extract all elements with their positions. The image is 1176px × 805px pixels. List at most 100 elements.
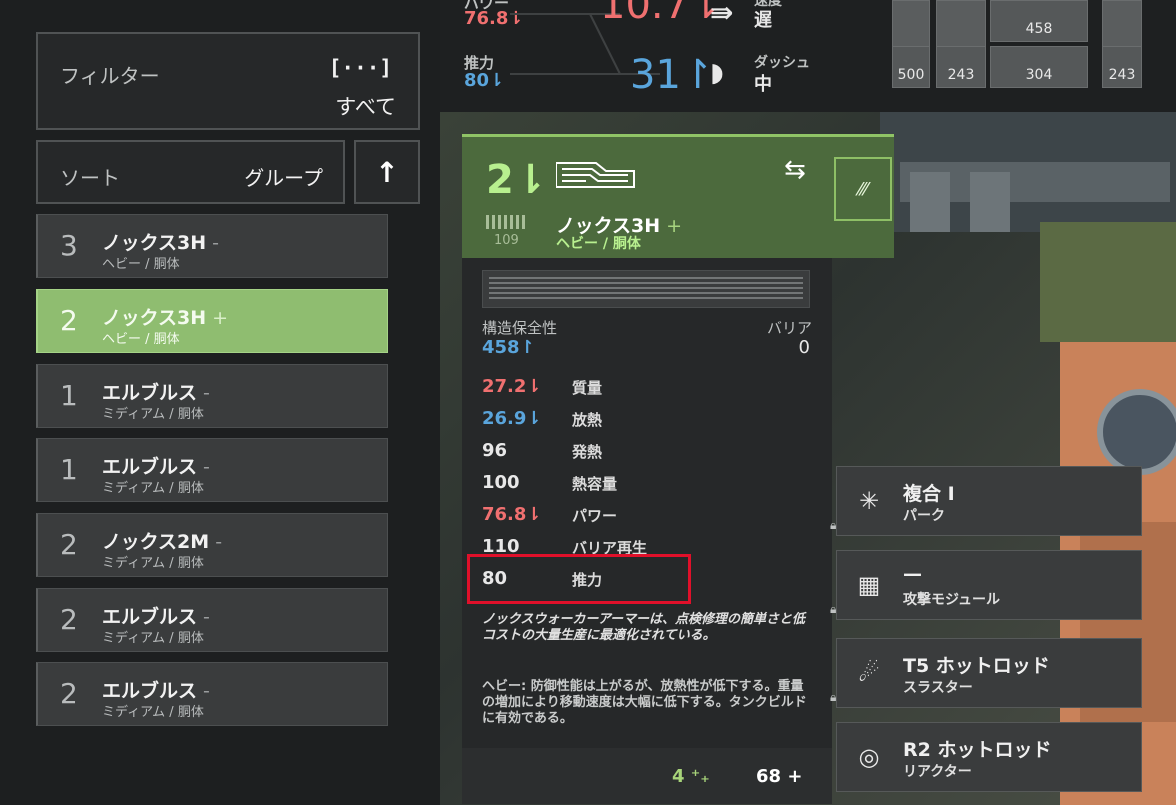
- part-mark: -: [203, 680, 210, 702]
- part-mark: +: [212, 307, 229, 329]
- filter-value: すべて: [335, 95, 396, 119]
- slot-title: 複合 I: [903, 483, 955, 505]
- part-sub: ヘビー / 胴体: [102, 332, 180, 347]
- part-mark: -: [203, 606, 210, 628]
- part-item[interactable]: 3 ノックス3H - ヘビー / 胴体: [36, 214, 388, 278]
- slot-title: —: [903, 563, 922, 585]
- stat-key: 熱容量: [572, 475, 618, 493]
- lock-icon: 🔒︎: [830, 518, 837, 532]
- armor-block-center: 304: [990, 46, 1088, 88]
- stat-row: 96 発熱: [482, 436, 782, 468]
- dash-icon: ◗: [710, 58, 724, 88]
- armor-block-left: 500: [892, 46, 930, 88]
- armor-block-top: 458: [990, 0, 1088, 42]
- barcode-icon: [486, 215, 525, 229]
- part-level: 2: [60, 603, 78, 636]
- part-description: ノックスウォーカーアーマーは、点検修理の簡単さと低コストの大量生産に最適化されて…: [482, 612, 806, 643]
- sort-direction-button[interactable]: ↑: [354, 140, 420, 204]
- barrier-value: 0: [798, 337, 810, 358]
- part-detail-card: 2⇂ ⇆ ⁄⁄⁄ 109 ノックス3H + ヘビー / 胴体 構造保全性 458↾…: [462, 134, 894, 804]
- filter-icon: [···]: [328, 56, 392, 80]
- part-item-selected[interactable]: 2 ノックス3H + ヘビー / 胴体: [36, 289, 388, 353]
- perk-icon: ✳: [858, 487, 880, 515]
- part-name: エルブルス: [102, 606, 198, 628]
- part-logo-icon: [556, 162, 635, 188]
- part-mark: -: [215, 531, 223, 553]
- slot-reactor[interactable]: ◎ R2 ホットロッド リアクター: [836, 722, 1142, 792]
- dash-value: 中: [754, 74, 772, 95]
- part-item[interactable]: 1 エルブルス - ミディアム / 胴体: [36, 364, 388, 428]
- part-mark: -: [203, 456, 210, 478]
- part-sub: ヘビー / 胴体: [102, 257, 180, 272]
- stat-value: 26.9⇂: [482, 408, 542, 429]
- speed-value: 遅: [754, 10, 772, 31]
- durability-label: 構造保全性: [482, 319, 558, 337]
- part-level: 2: [60, 677, 78, 710]
- reactor-icon: ◎: [858, 743, 880, 771]
- detail-level: 2⇂: [486, 157, 548, 203]
- detail-footer: 4 ⁺₊ 68 +: [462, 748, 832, 804]
- level-points: 68 +: [756, 766, 803, 787]
- stat-key: 質量: [572, 379, 603, 397]
- highlight-box: [467, 554, 691, 604]
- part-level: 3: [60, 229, 78, 262]
- part-level: 2: [60, 304, 78, 337]
- loadout-screen: パワー 76.8⇂ 推力 80⇂ 10.7⇂ ⇛ 速度 遅 31↾ ◗ ダッシュ…: [0, 0, 1176, 805]
- sort-button[interactable]: ソート グループ: [36, 140, 345, 204]
- swap-icon[interactable]: ⇆: [784, 155, 806, 185]
- slot-sub: リアクター: [903, 764, 972, 780]
- dash-label: ダッシュ: [754, 55, 810, 71]
- part-sub: ミディアム / 胴体: [102, 407, 204, 422]
- filter-button[interactable]: フィルター [···] すべて: [36, 32, 420, 130]
- part-level: 1: [60, 379, 78, 412]
- stat-row: 26.9⇂ 放熱: [482, 404, 782, 436]
- part-mark: -: [212, 232, 220, 254]
- slot-sub: パーク: [903, 508, 945, 524]
- part-item[interactable]: 2 エルブルス - ミディアム / 胴体: [36, 588, 388, 652]
- module-grid-icon: ▦: [857, 571, 881, 599]
- armor-diagram: 458 500 243 304 243: [890, 0, 1176, 92]
- detail-mark: +: [666, 215, 683, 237]
- thrust-value: 80⇂: [464, 70, 505, 91]
- detail-sub: ヘビー / 胴体: [556, 236, 641, 252]
- stat-key: パワー: [572, 507, 618, 525]
- stat-key: 発熱: [572, 443, 603, 461]
- part-code: 109: [494, 233, 519, 248]
- part-mark: -: [203, 382, 210, 404]
- part-menu-button[interactable]: ⁄⁄⁄: [834, 157, 892, 221]
- stat-row: 76.8⇂ パワー: [482, 500, 782, 532]
- stat-value: 96: [482, 440, 508, 461]
- slot-title: R2 ホットロッド: [903, 739, 1052, 761]
- thruster-icon: ☄: [858, 659, 880, 687]
- sort-label: ソート: [60, 166, 120, 190]
- slot-perk[interactable]: ✳ 複合 I パーク: [836, 466, 1142, 536]
- armor-block-leftmid: 243: [936, 46, 986, 88]
- part-level: 2: [60, 528, 78, 561]
- slot-attack-module[interactable]: ▦ — 攻撃モジュール: [836, 550, 1142, 620]
- part-name: ノックス2M: [102, 531, 210, 553]
- stat-row: 27.2⇂ 質量: [482, 372, 782, 404]
- slot-sub: 攻撃モジュール: [903, 592, 1001, 608]
- part-sub: ミディアム / 胴体: [102, 631, 204, 646]
- part-item[interactable]: 2 エルブルス - ミディアム / 胴体: [36, 662, 388, 726]
- lock-icon: 🔒︎: [830, 690, 837, 704]
- part-class-description: ヘビー: 防御性能は上がるが、放熱性が低下する。重量の増加により移動速度は大幅に…: [482, 679, 807, 726]
- part-sub: ミディアム / 胴体: [102, 481, 204, 496]
- part-sub: ミディアム / 胴体: [102, 705, 204, 720]
- part-detail-header: 2⇂ ⇆ ⁄⁄⁄ 109 ノックス3H + ヘビー / 胴体: [462, 134, 894, 258]
- lock-icon: 🔒︎: [830, 602, 837, 616]
- armor-block-right: 243: [1102, 46, 1142, 88]
- sort-value: グループ: [244, 166, 323, 190]
- stat-key: 放熱: [572, 411, 603, 429]
- part-item[interactable]: 2 ノックス2M - ミディアム / 胴体: [36, 513, 388, 577]
- part-item[interactable]: 1 エルブルス - ミディアム / 胴体: [36, 438, 388, 502]
- dash-big-value: 31↾: [630, 52, 715, 98]
- durability-value: 458↾: [482, 337, 535, 358]
- part-name: エルブルス: [102, 680, 198, 702]
- part-name: エルブルス: [102, 382, 198, 404]
- speed-big-value: 10.7⇂: [600, 0, 723, 28]
- slot-thruster[interactable]: ☄ T5 ホットロッド スラスター: [836, 638, 1142, 708]
- part-name: ノックス3H: [102, 307, 207, 329]
- parts-list-panel: フィルター [···] すべて ソート グループ ↑ 3 ノックス3H - ヘビー…: [0, 0, 440, 805]
- stat-value: 100: [482, 472, 520, 493]
